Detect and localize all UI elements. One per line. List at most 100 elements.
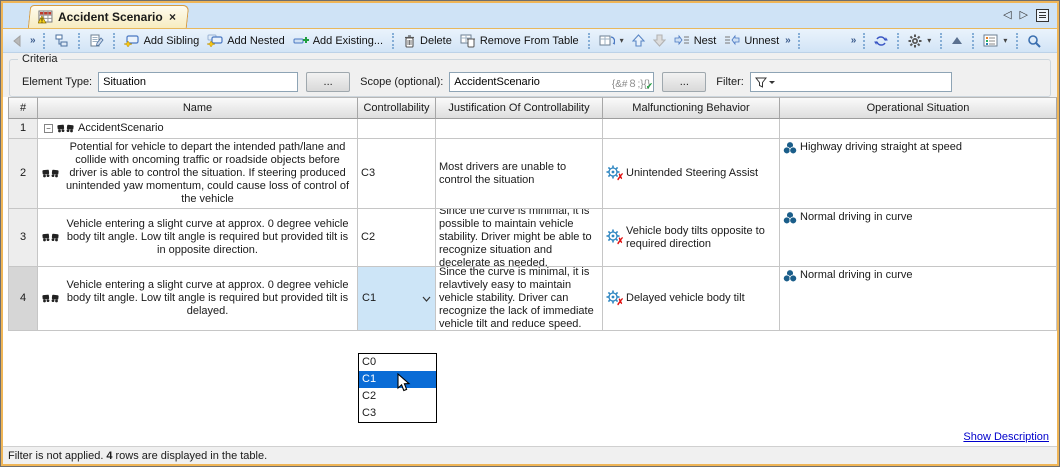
edit-columns-button[interactable] <box>85 32 108 50</box>
row-name-cell[interactable]: − AccidentScenario <box>38 119 358 139</box>
add-sibling-button[interactable]: Add Sibling <box>120 32 204 49</box>
move-down-button[interactable] <box>649 32 670 49</box>
next-tab-icon[interactable]: ▷ <box>1020 8 1028 22</box>
column-header-number[interactable]: # <box>8 97 38 119</box>
controllability-cell[interactable]: C2 <box>358 209 436 267</box>
filter-input[interactable] <box>776 73 951 91</box>
tab-list-icon[interactable] <box>1036 9 1049 22</box>
controllability-cell[interactable] <box>358 119 436 139</box>
collapse-node-icon[interactable]: − <box>44 124 53 133</box>
operational-situation-cell[interactable]: Normal driving in curve <box>780 267 1057 331</box>
operational-situation-cell[interactable]: Highway driving straight at speed <box>780 139 1057 209</box>
accident-scenario-icon <box>42 168 59 179</box>
accident-scenario-icon <box>42 293 59 304</box>
scope-browse-button[interactable]: ... <box>662 72 706 92</box>
element-type-input[interactable] <box>99 73 297 91</box>
row-name: AccidentScenario <box>78 122 164 135</box>
toolbar-overflow-icon[interactable]: » <box>851 35 857 46</box>
controllability-combobox[interactable]: C1 <box>358 267 436 331</box>
scope-input[interactable] <box>450 73 609 91</box>
operational-situation: Normal driving in curve <box>800 211 912 224</box>
malfunctioning-behavior-cell[interactable] <box>603 119 780 139</box>
toolbar-grip <box>78 33 80 49</box>
justification-cell[interactable]: Since the curve is minimal, it is relavt… <box>436 267 603 331</box>
row-name: Vehicle entering a slight curve at appro… <box>62 279 353 318</box>
tab-close-icon[interactable]: × <box>168 10 177 24</box>
row-number[interactable]: 3 <box>8 209 38 267</box>
toolbar-grip <box>113 33 115 49</box>
dropdown-option-c3[interactable]: C3 <box>359 405 436 422</box>
nest-icon <box>674 34 690 47</box>
operational-situation-cell[interactable]: Normal driving in curve <box>780 209 1057 267</box>
add-nested-button[interactable]: Add Nested <box>203 32 288 49</box>
column-header-malfunctioning-behavior[interactable]: Malfunctioning Behavior <box>603 97 780 119</box>
toolbar-grip <box>588 33 590 49</box>
accident-scenario-icon <box>57 123 74 134</box>
row-name-cell[interactable]: Vehicle entering a slight curve at appro… <box>38 267 358 331</box>
row-number[interactable]: 2 <box>8 139 38 209</box>
options-dropdown-icon: ▾ <box>927 36 931 45</box>
column-header-justification[interactable]: Justification Of Controllability <box>436 97 603 119</box>
justification-cell[interactable]: Most drivers are unable to control the s… <box>436 139 603 209</box>
table-header-row: # Name Controllability Justification Of … <box>8 97 1057 119</box>
toolbar-overflow-icon[interactable]: » <box>30 35 36 46</box>
malfunctioning-behavior-cell[interactable]: ✗ Unintended Steering Assist <box>603 139 780 209</box>
toolbar-overflow-icon[interactable]: » <box>785 35 791 46</box>
move-up-button[interactable] <box>628 32 649 49</box>
unnest-button[interactable]: Unnest <box>720 32 783 49</box>
controllability-cell[interactable]: C3 <box>358 139 436 209</box>
nest-button[interactable]: Nest <box>670 32 721 49</box>
column-header-operational-situation[interactable]: Operational Situation <box>780 97 1057 119</box>
back-button[interactable] <box>7 33 28 49</box>
toolbar-grip <box>43 33 45 49</box>
window-frame: ! Accident Scenario × ◁ ▷ » <box>0 0 1060 467</box>
criteria-title: Criteria <box>18 53 61 65</box>
combobox-value: C1 <box>362 292 422 305</box>
add-nested-label: Add Nested <box>227 35 284 47</box>
filter-funnel-icon[interactable] <box>751 77 776 88</box>
toolbar-grip <box>940 33 942 49</box>
scope-field-wrap: {&#８;}{}✓ <box>449 72 654 92</box>
scope-element-icon: {&#８;}{}✓ <box>609 75 653 90</box>
malfunctioning-behavior: Vehicle body tilts opposite to required … <box>626 225 776 251</box>
row-number[interactable]: 4 <box>8 267 38 331</box>
collapse-button[interactable] <box>947 34 967 48</box>
delete-label: Delete <box>420 35 452 47</box>
legend-button[interactable]: ▾ <box>979 32 1011 49</box>
delete-button[interactable]: Delete <box>399 32 456 50</box>
column-header-name[interactable]: Name <box>38 97 358 119</box>
element-type-label: Element Type: <box>22 76 92 88</box>
collapse-icon <box>951 36 963 46</box>
column-header-controllability[interactable]: Controllability <box>358 97 436 119</box>
justification-cell[interactable] <box>436 119 603 139</box>
options-button[interactable]: ▾ <box>904 32 935 50</box>
malfunctioning-behavior-cell[interactable]: ✗ Delayed vehicle body tilt <box>603 267 780 331</box>
add-nested-icon <box>207 34 223 47</box>
toolbar-grip <box>392 33 394 49</box>
dropdown-option-c0[interactable]: C0 <box>359 354 436 371</box>
tab-accident-scenario[interactable]: ! Accident Scenario × <box>28 5 189 28</box>
move-up-icon <box>632 34 645 47</box>
remove-from-table-button[interactable]: Remove From Table <box>456 32 583 50</box>
move-to-button[interactable]: ▾ <box>595 32 628 50</box>
row-name-cell[interactable]: Vehicle entering a slight curve at appro… <box>38 209 358 267</box>
operational-situation-cell[interactable] <box>780 119 1057 139</box>
malfunctioning-behavior: Delayed vehicle body tilt <box>626 292 745 305</box>
tab-title: Accident Scenario <box>58 10 163 24</box>
justification-cell[interactable]: Since the curve is minimal, it is possib… <box>436 209 603 267</box>
prev-tab-icon[interactable]: ◁ <box>1003 8 1011 22</box>
refresh-button[interactable] <box>870 32 892 50</box>
add-existing-button[interactable]: Add Existing... <box>289 32 387 49</box>
element-type-browse-button[interactable]: ... <box>306 72 350 92</box>
show-description-link[interactable]: Show Description <box>963 431 1049 443</box>
malfunctioning-behavior-cell[interactable]: ✗ Vehicle body tilts opposite to require… <box>603 209 780 267</box>
row-number[interactable]: 1 <box>8 119 38 139</box>
search-button[interactable] <box>1023 32 1045 50</box>
add-sibling-label: Add Sibling <box>144 35 200 47</box>
malfunctioning-behavior-icon: ✗ <box>606 165 623 182</box>
structure-icon <box>54 34 69 48</box>
scope-label: Scope (optional): <box>360 76 443 88</box>
row-name-cell[interactable]: Potential for vehicle to depart the inte… <box>38 139 358 209</box>
structure-button[interactable] <box>50 32 73 50</box>
table-row: 2 Potential for vehicle to depart the in… <box>8 139 1057 209</box>
